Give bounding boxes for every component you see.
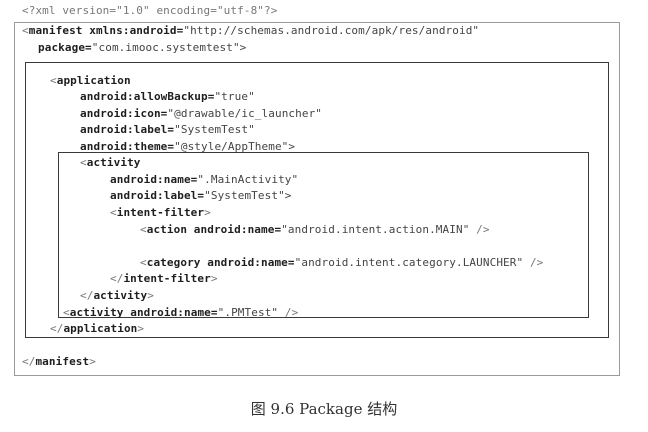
- activity-open-line: <activity: [80, 156, 141, 169]
- category-launcher-line: <category android:name="android.intent.c…: [140, 256, 544, 269]
- manifest-package-line: package="com.imooc.systemtest">: [38, 41, 247, 54]
- application-label-line: android:label="SystemTest": [80, 123, 255, 136]
- activity-close-line: </activity>: [80, 289, 154, 302]
- intent-filter-close-line: </intent-filter>: [110, 272, 218, 285]
- application-icon-line: android:icon="@drawable/ic_launcher": [80, 107, 323, 120]
- application-theme-line: android:theme="@style/AppTheme">: [80, 140, 296, 153]
- intent-filter-open-line: <intent-filter>: [110, 206, 211, 219]
- xml-declaration-line: <?xml version="1.0" encoding="utf-8"?>: [22, 4, 278, 17]
- application-allowbackup-line: android:allowBackup="true": [80, 90, 255, 103]
- application-close-line: </application>: [50, 322, 145, 335]
- manifest-close-line: </manifest>: [22, 355, 96, 368]
- pmtest-activity-line: <activity android:name=".PMTest" />: [63, 306, 299, 319]
- activity-label-line: android:label="SystemTest">: [110, 189, 292, 202]
- activity-name-line: android:name=".MainActivity": [110, 173, 299, 186]
- action-main-line: <action android:name="android.intent.act…: [140, 223, 490, 236]
- application-open-line: <application: [50, 74, 131, 87]
- figure-caption: 图 9.6 Package 结构: [250, 400, 398, 418]
- manifest-open-line: <manifest xmlns:android="http://schemas.…: [22, 24, 480, 37]
